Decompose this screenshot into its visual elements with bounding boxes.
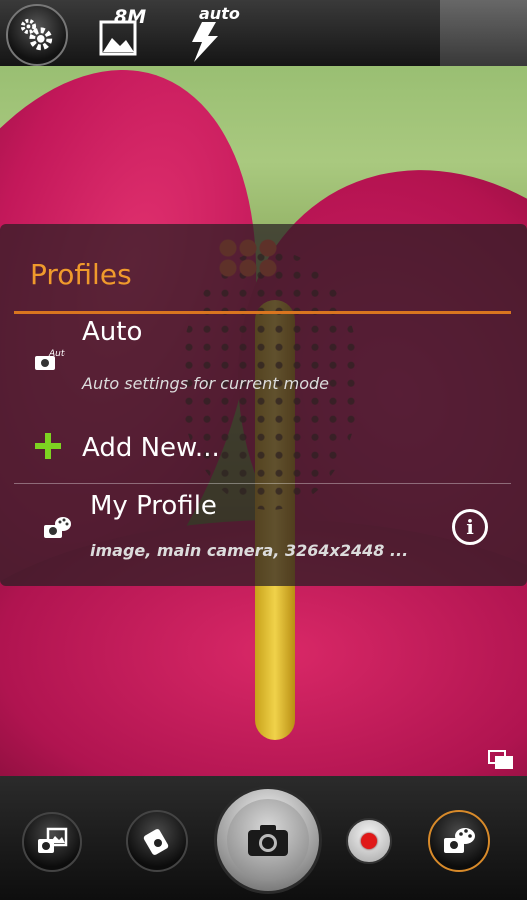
- top-toolbar-right-panel: [440, 0, 527, 66]
- gears-icon: [20, 18, 53, 51]
- list-divider: [14, 483, 511, 484]
- resolution-label: 8M: [114, 6, 147, 28]
- camera-icon: [248, 825, 288, 856]
- record-video-icon: [361, 833, 377, 849]
- profile-subtitle: image, main camera, 3264x2448 ...: [90, 541, 409, 560]
- plus-icon: [35, 433, 61, 459]
- settings-button[interactable]: [6, 4, 68, 66]
- profile-title: Add New...: [82, 433, 220, 463]
- camera-palette-icon: [44, 517, 71, 538]
- gallery-switch-icon: [38, 827, 68, 853]
- profile-title: My Profile: [90, 491, 217, 521]
- flash-mode-label: auto: [199, 4, 240, 23]
- gallery-switch-button[interactable]: [22, 812, 82, 872]
- svg-text:Auto: Auto: [48, 349, 65, 359]
- panel-title: Profiles: [30, 258, 132, 291]
- thumbnail-gallery-icon[interactable]: [488, 750, 514, 770]
- shutter-button[interactable]: [214, 786, 322, 894]
- profile-info-button[interactable]: i: [452, 509, 488, 545]
- profile-subtitle: Auto settings for current mode: [82, 374, 330, 393]
- effects-button[interactable]: [428, 810, 490, 872]
- shutter-inner: [227, 799, 309, 881]
- effects-palette-icon: [444, 828, 475, 853]
- record-video-button[interactable]: [346, 818, 392, 864]
- info-icon: i: [466, 515, 474, 539]
- switch-camera-icon: [143, 829, 169, 855]
- camera-auto-icon: Auto: [35, 349, 65, 370]
- title-divider: [14, 311, 511, 314]
- switch-camera-button[interactable]: [126, 810, 188, 872]
- profile-title: Auto: [82, 317, 143, 347]
